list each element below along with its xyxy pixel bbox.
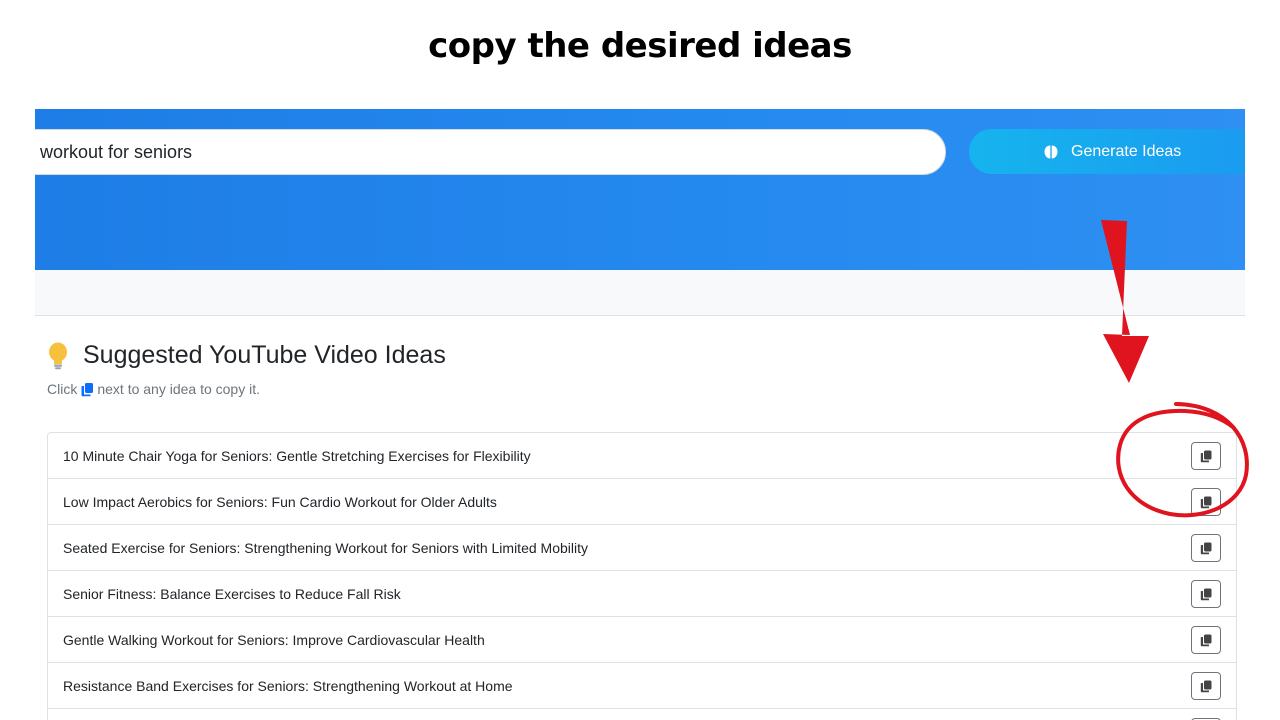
copy-button[interactable] bbox=[1191, 488, 1221, 516]
copy-icon bbox=[1200, 542, 1212, 554]
section-heading: Suggested YouTube Video Ideas bbox=[47, 341, 446, 370]
copy-hint: Click next to any idea to copy it. bbox=[47, 381, 260, 397]
copy-icon bbox=[1200, 634, 1212, 646]
copy-icon bbox=[1200, 496, 1212, 508]
copy-icon bbox=[1200, 450, 1212, 462]
generate-ideas-button[interactable]: Generate Ideas bbox=[969, 129, 1245, 174]
toolbar-strip bbox=[35, 270, 1245, 316]
idea-item: Gentle Walking Workout for Seniors: Impr… bbox=[48, 617, 1236, 663]
idea-item: 10 Minute Chair Yoga for Seniors: Gentle… bbox=[48, 433, 1236, 479]
idea-item bbox=[48, 709, 1236, 720]
ideas-list: 10 Minute Chair Yoga for Seniors: Gentle… bbox=[47, 432, 1237, 720]
hint-suffix: next to any idea to copy it. bbox=[97, 381, 260, 397]
idea-item: Seated Exercise for Seniors: Strengtheni… bbox=[48, 525, 1236, 571]
copy-icon bbox=[1200, 680, 1212, 692]
idea-text: Low Impact Aerobics for Seniors: Fun Car… bbox=[63, 493, 497, 510]
idea-text: Senior Fitness: Balance Exercises to Red… bbox=[63, 585, 401, 602]
brain-icon bbox=[1044, 145, 1058, 158]
hint-prefix: Click bbox=[47, 381, 78, 397]
copy-icon bbox=[1200, 588, 1212, 600]
copy-button[interactable] bbox=[1191, 626, 1221, 654]
idea-item: Low Impact Aerobics for Seniors: Fun Car… bbox=[48, 479, 1236, 525]
hero-banner: Generate Ideas bbox=[35, 109, 1245, 270]
generate-ideas-label: Generate Ideas bbox=[1071, 142, 1182, 160]
idea-text: Gentle Walking Workout for Seniors: Impr… bbox=[63, 631, 485, 648]
section-title: Suggested YouTube Video Ideas bbox=[83, 341, 446, 369]
lightbulb-icon bbox=[49, 342, 67, 369]
copy-button[interactable] bbox=[1191, 672, 1221, 700]
idea-item: Senior Fitness: Balance Exercises to Red… bbox=[48, 571, 1236, 617]
idea-item: Resistance Band Exercises for Seniors: S… bbox=[48, 663, 1236, 709]
screenshot-area: Generate Ideas Suggested YouTube Video I… bbox=[35, 109, 1245, 720]
copy-button[interactable] bbox=[1191, 442, 1221, 470]
copy-icon bbox=[81, 382, 94, 396]
topic-search-input[interactable] bbox=[35, 129, 946, 175]
copy-button[interactable] bbox=[1191, 580, 1221, 608]
copy-button[interactable] bbox=[1191, 534, 1221, 562]
idea-text: Resistance Band Exercises for Seniors: S… bbox=[63, 677, 513, 694]
annotation-caption: copy the desired ideas bbox=[428, 26, 852, 66]
idea-text: 10 Minute Chair Yoga for Seniors: Gentle… bbox=[63, 447, 531, 464]
idea-text: Seated Exercise for Seniors: Strengtheni… bbox=[63, 539, 588, 556]
